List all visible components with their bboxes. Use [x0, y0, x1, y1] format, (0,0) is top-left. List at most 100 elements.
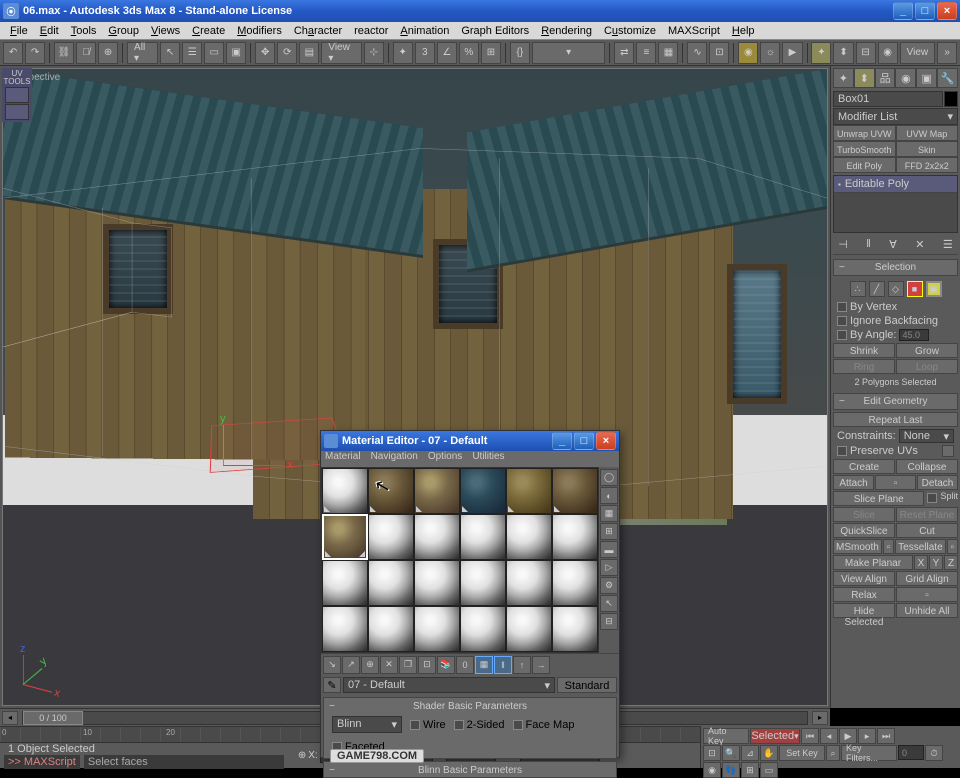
slice-plane-button[interactable]: Slice Plane [833, 491, 924, 506]
slice-button[interactable]: Slice [833, 507, 895, 522]
menu-tools[interactable]: Tools [65, 23, 103, 39]
undo-button[interactable]: ↶ [3, 42, 23, 64]
uv-tool-btn1[interactable] [5, 87, 29, 103]
pivot-button[interactable]: ⊹ [364, 42, 384, 64]
reset-plane-button[interactable]: Reset Plane [896, 507, 958, 522]
mat-slot-1[interactable] [322, 468, 368, 514]
show-result-icon[interactable]: ‖ [866, 238, 871, 251]
mat-slot-5[interactable] [506, 468, 552, 514]
msmooth-button[interactable]: MSmooth [833, 539, 882, 554]
mat-slot-15[interactable] [414, 560, 460, 606]
grid-align-button[interactable]: Grid Align [896, 571, 958, 586]
mat-id-icon[interactable]: 0 [456, 656, 474, 674]
angle-value-field[interactable]: 45.0 [899, 329, 929, 341]
polygon-subobj-icon[interactable]: ■ [907, 281, 923, 297]
quickslice-button[interactable]: QuickSlice [833, 523, 895, 538]
zoom-region-button[interactable]: ▭ [760, 762, 778, 778]
goto-end-button[interactable]: ⏭ [877, 728, 895, 744]
cmd-modify-tab[interactable]: ⬍ [833, 42, 853, 64]
make-preview-icon[interactable]: ▷ [600, 559, 618, 576]
make-unique-icon[interactable]: ∀ [889, 238, 897, 251]
time-slider-prev[interactable]: ◂ [2, 711, 18, 725]
mat-menu-material[interactable]: Material [325, 451, 361, 467]
time-slider-next[interactable]: ▸ [812, 711, 828, 725]
mat-slot-6[interactable] [552, 468, 598, 514]
shader-params-rollout[interactable]: Shader Basic Parameters [326, 700, 614, 713]
put-to-lib-icon[interactable]: 📚 [437, 656, 455, 674]
pan-button[interactable]: ✋ [760, 745, 778, 761]
mat-slot-11[interactable] [506, 514, 552, 560]
go-sibling-icon[interactable]: → [532, 656, 550, 674]
border-subobj-icon[interactable]: ◇ [888, 281, 904, 297]
menu-graph-editors[interactable]: Graph Editors [455, 23, 535, 39]
loop-button[interactable]: Loop [896, 359, 958, 374]
uv-tool-btn2[interactable] [5, 104, 29, 120]
current-frame-field[interactable]: 0 [898, 745, 924, 760]
manipulate-button[interactable]: ✦ [393, 42, 413, 64]
edge-subobj-icon[interactable]: ╱ [869, 281, 885, 297]
auto-key-button[interactable]: Auto Key [703, 728, 749, 744]
unhide-all-button[interactable]: Unhide All [896, 603, 958, 618]
snap-toggle[interactable]: 3 [415, 42, 435, 64]
mat-slot-3x2-icon[interactable]: ⊟ [600, 613, 618, 630]
material-editor-titlebar[interactable]: Material Editor - 07 - Default _ □ × [321, 431, 619, 451]
material-editor-button[interactable]: ◉ [738, 42, 758, 64]
create-panel-tab[interactable]: ✦ [833, 68, 854, 88]
mat-slot-3[interactable] [414, 468, 460, 514]
menu-create[interactable]: Create [186, 23, 231, 39]
mat-slot-22[interactable] [460, 606, 506, 652]
view-align-button[interactable]: View Align [833, 571, 895, 586]
remove-mod-icon[interactable]: ✕ [915, 238, 924, 251]
sample-type-icon[interactable]: ◯ [600, 469, 618, 486]
mat-menu-navigation[interactable]: Navigation [371, 451, 418, 467]
material-editor-window[interactable]: Material Editor - 07 - Default _ □ × Mat… [320, 430, 620, 758]
get-material-icon[interactable]: ↘ [323, 656, 341, 674]
min-viewport-button[interactable]: ⊡ [703, 745, 721, 761]
collapse-button[interactable]: Collapse [896, 459, 958, 474]
time-slider-handle[interactable]: 0 / 100 [23, 711, 83, 725]
menu-reactor[interactable]: reactor [348, 23, 394, 39]
mod-uvw-map[interactable]: UVW Map [896, 125, 959, 141]
mod-unwrap-uvw[interactable]: Unwrap UVW [833, 125, 896, 141]
show-in-vp-icon[interactable]: ▦ [475, 656, 493, 674]
reset-map-icon[interactable]: ✕ [380, 656, 398, 674]
relax-settings[interactable]: ▫ [896, 587, 958, 602]
split-checkbox[interactable] [927, 493, 937, 503]
object-color-swatch[interactable] [944, 91, 958, 107]
planar-y-button[interactable]: Y [929, 555, 943, 570]
mat-slot-17[interactable] [506, 560, 552, 606]
menu-group[interactable]: Group [102, 23, 145, 39]
menu-modifiers[interactable]: Modifiers [231, 23, 288, 39]
grow-button[interactable]: Grow [896, 343, 958, 358]
preserve-uvs-checkbox[interactable] [837, 446, 847, 456]
mod-skin[interactable]: Skin [896, 141, 959, 157]
repeat-last-button[interactable]: Repeat Last [833, 412, 958, 427]
assign-to-sel-icon[interactable]: ⊕ [361, 656, 379, 674]
tessellate-button[interactable]: Tessellate [895, 539, 945, 554]
menu-views[interactable]: Views [145, 23, 186, 39]
msmooth-settings[interactable]: ▫ [883, 539, 894, 554]
create-button[interactable]: Create [833, 459, 895, 474]
mat-slot-7[interactable] [322, 514, 368, 560]
make-unique-icon[interactable]: ⊡ [418, 656, 436, 674]
ignore-backfacing-checkbox[interactable] [837, 316, 847, 326]
cmd-create-tab[interactable]: ✦ [811, 42, 831, 64]
mat-slot-16[interactable] [460, 560, 506, 606]
vertex-subobj-icon[interactable]: ∴ [850, 281, 866, 297]
mat-minimize-button[interactable]: _ [552, 432, 572, 450]
make-copy-icon[interactable]: ❐ [399, 656, 417, 674]
ring-button[interactable]: Ring [833, 359, 895, 374]
mat-close-button[interactable]: × [596, 432, 616, 450]
tessellate-settings[interactable]: ▫ [947, 539, 958, 554]
mat-slot-10[interactable] [460, 514, 506, 560]
go-parent-icon[interactable]: ↑ [513, 656, 531, 674]
mat-slot-9[interactable] [414, 514, 460, 560]
options-icon[interactable]: ⚙ [600, 577, 618, 594]
angle-snap-toggle[interactable]: ∠ [437, 42, 457, 64]
pin-stack-icon[interactable]: ⊣ [838, 238, 848, 251]
preserve-uvs-settings[interactable] [942, 445, 954, 457]
stack-editable-poly[interactable]: Editable Poly [834, 176, 957, 193]
hide-selected-button[interactable]: Hide Selected [833, 603, 895, 618]
next-frame-button[interactable]: ▸ [858, 728, 876, 744]
set-key-button[interactable]: Set Key [779, 745, 825, 761]
